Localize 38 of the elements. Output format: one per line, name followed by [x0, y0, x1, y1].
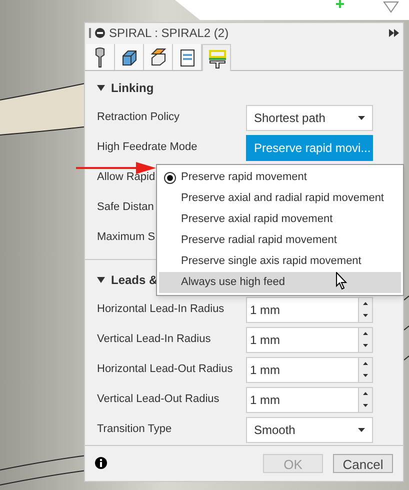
menu-item[interactable]: Preserve radial rapid movement: [159, 230, 401, 251]
number-field[interactable]: 1 mm: [246, 296, 373, 323]
number-field[interactable]: 1 mm: [246, 386, 373, 413]
info-icon[interactable]: [95, 457, 107, 470]
expand-icon[interactable]: [389, 29, 399, 38]
tab[interactable]: [202, 44, 231, 71]
dropdown[interactable]: Smooth: [246, 416, 373, 443]
collapse-icon[interactable]: [95, 28, 105, 38]
field-label: Horizontal Lead-In Radius: [97, 302, 226, 318]
menu-item[interactable]: Preserve single axis rapid movement: [159, 251, 401, 272]
caret-icon: [358, 116, 365, 120]
menu-item[interactable]: Always use high feed: [159, 272, 401, 293]
caret-icon: [358, 428, 365, 432]
field-label: Transition Type: [97, 422, 173, 438]
menu-item[interactable]: Preserve rapid movement: [159, 167, 401, 188]
menu-item[interactable]: Preserve axial rapid movement: [159, 209, 401, 230]
field-label: Maximum S: [97, 230, 156, 246]
tab[interactable]: [173, 44, 202, 70]
tab[interactable]: [86, 44, 115, 70]
field-label: Vertical Lead-In Radius: [97, 332, 212, 348]
tab[interactable]: [115, 44, 144, 70]
field-label: High Feedrate Mode: [97, 140, 198, 156]
dropdown[interactable]: Shortest path: [246, 104, 373, 131]
caret-icon[interactable]: [97, 276, 105, 283]
menu-item[interactable]: Preserve axial and radial rapid movement: [159, 188, 401, 209]
window-title: SPIRAL : SPIRAL2 (2): [109, 25, 230, 42]
field-label: Allow Rapid: [97, 170, 156, 186]
cursor-icon: [336, 272, 348, 290]
tab[interactable]: [144, 44, 173, 70]
number-field[interactable]: 1 mm: [246, 326, 373, 353]
field-label: Retraction Policy: [97, 110, 181, 126]
dialog-button[interactable]: Cancel: [333, 454, 393, 473]
field-label: Safe Distan: [97, 200, 154, 216]
number-field[interactable]: 1 mm: [246, 356, 373, 383]
caret-icon[interactable]: [97, 84, 105, 91]
section-title: Linking: [111, 80, 154, 97]
field-label: Horizontal Lead-Out Radius: [97, 362, 234, 378]
field-label: Vertical Lead-Out Radius: [97, 392, 220, 408]
